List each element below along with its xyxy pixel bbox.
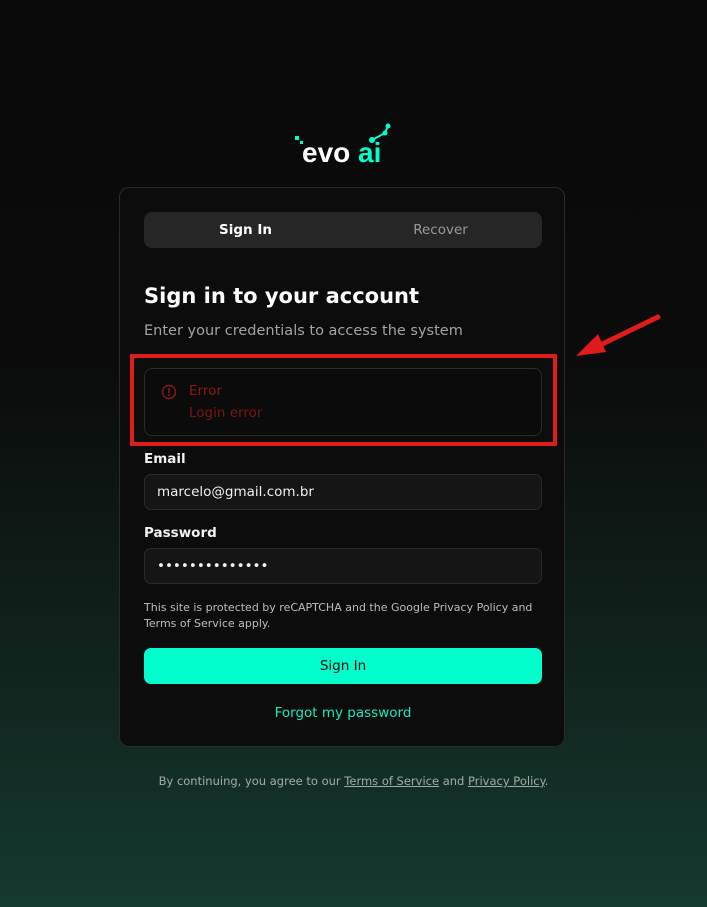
page-subtitle: Enter your credentials to access the sys… [144, 323, 463, 339]
brand-logo: evo ai [0, 122, 707, 168]
auth-tabs: Sign In Recover [144, 212, 542, 248]
terms-of-service-link[interactable]: Terms of Service [344, 774, 439, 788]
evoai-logo-icon: evo ai [295, 123, 391, 168]
password-field[interactable] [144, 548, 542, 584]
error-alert: Error Login error [144, 368, 542, 436]
login-card: Sign In Recover Sign in to your account … [119, 187, 565, 747]
forgot-password-link[interactable]: Forgot my password [120, 705, 566, 721]
sign-in-button[interactable]: Sign In [144, 648, 542, 684]
email-field[interactable] [144, 474, 542, 510]
error-alert-description: Login error [189, 405, 263, 421]
page-title: Sign in to your account [144, 284, 420, 308]
annotation-arrow-icon [576, 314, 661, 356]
footer-suffix: . [544, 774, 549, 788]
privacy-policy-link[interactable]: Privacy Policy [468, 774, 545, 788]
alert-circle-icon [161, 384, 177, 400]
logo-text-evo: evo [302, 137, 350, 168]
logo-text-ai: ai [358, 137, 381, 168]
tab-recover[interactable]: Recover [343, 216, 538, 244]
recaptcha-notice: This site is protected by reCAPTCHA and … [144, 601, 533, 630]
tab-sign-in[interactable]: Sign In [148, 216, 343, 244]
email-label: Email [144, 451, 186, 467]
footer-prefix: By continuing, you agree to our [158, 774, 345, 788]
footer-legal: By continuing, you agree to our Terms of… [0, 774, 707, 788]
error-alert-title: Error [189, 383, 222, 399]
password-label: Password [144, 525, 217, 541]
footer-and: and [439, 774, 469, 788]
